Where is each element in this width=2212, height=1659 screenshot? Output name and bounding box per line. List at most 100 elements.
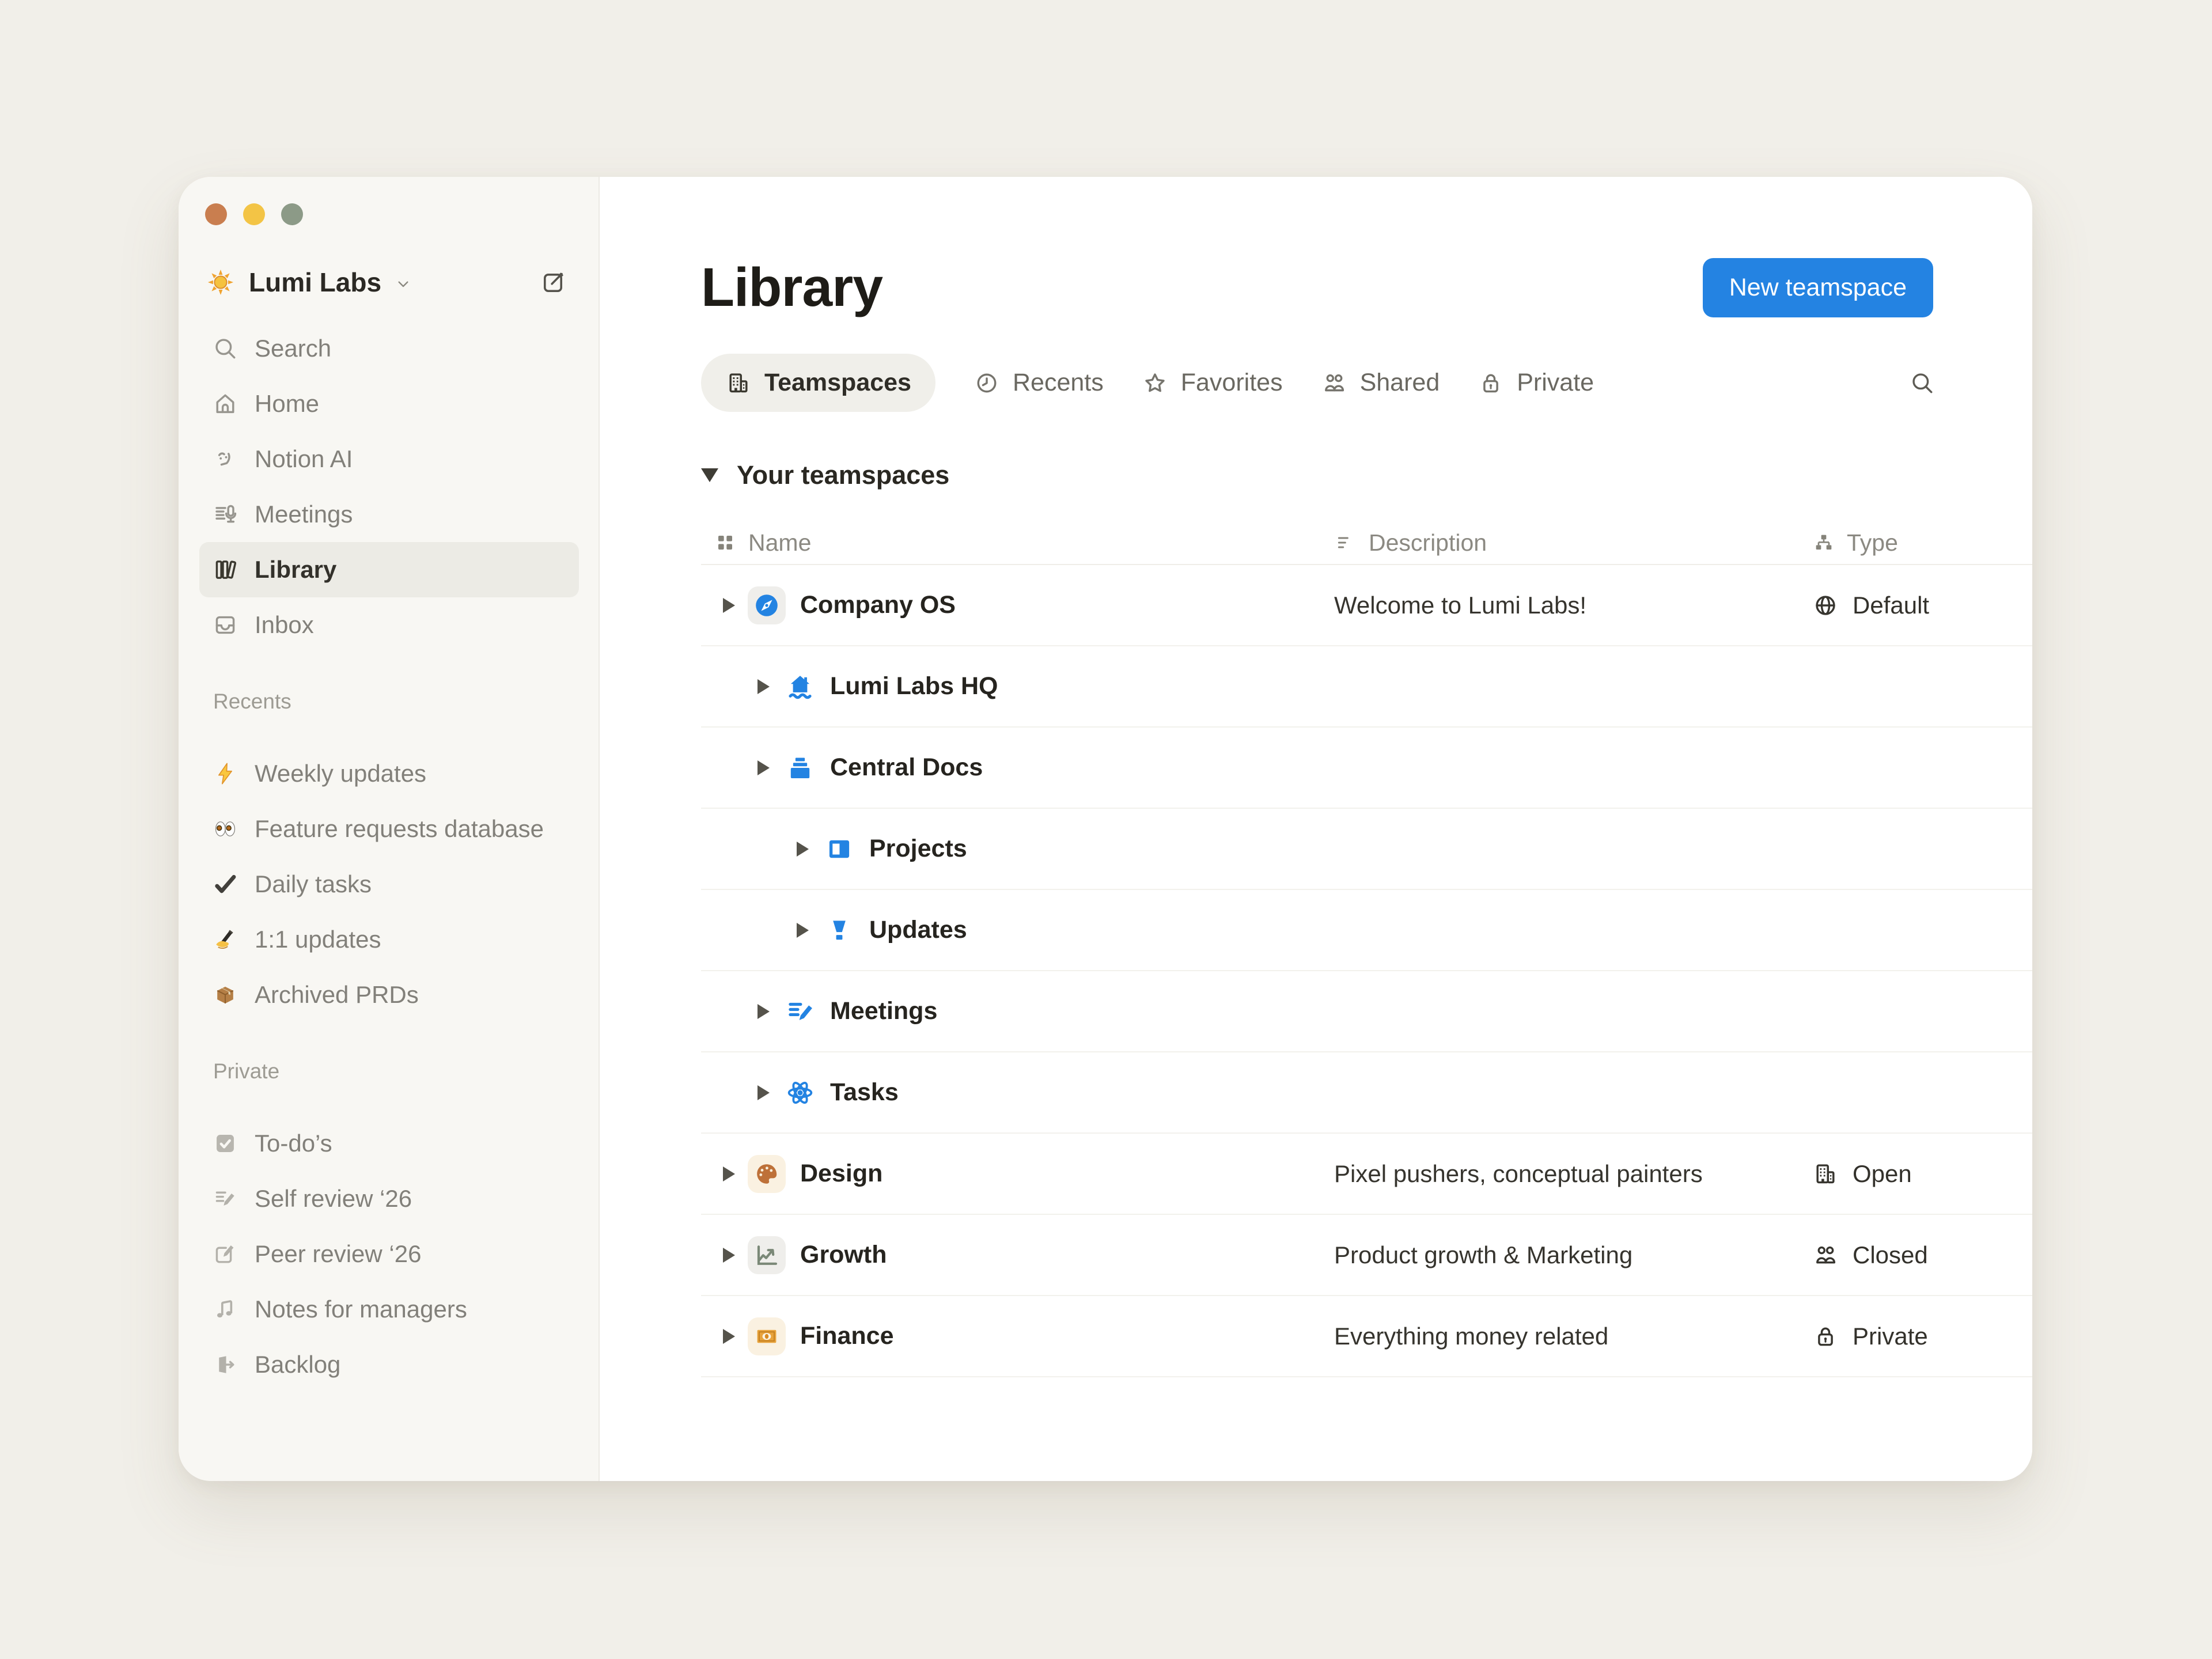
- column-header-name: Name: [748, 529, 812, 556]
- sidebar-nav: Search Home Notion AI Meetings Library I…: [199, 321, 579, 653]
- expand-arrow-icon[interactable]: [723, 1328, 735, 1344]
- recent-item-label: Weekly updates: [255, 760, 427, 787]
- recent-item[interactable]: Feature requests database: [199, 801, 579, 857]
- table-row[interactable]: Tasks: [701, 1052, 2032, 1134]
- search-icon[interactable]: [1909, 370, 1936, 396]
- private-item-label: Backlog: [255, 1351, 341, 1378]
- teamspace-type: Open: [1801, 1160, 2032, 1188]
- workspace-name: Lumi Labs: [249, 267, 382, 297]
- sidebar-nav-item[interactable]: Home: [199, 376, 579, 431]
- compose-icon[interactable]: [540, 268, 567, 296]
- private-item[interactable]: Self review ‘26: [199, 1171, 579, 1226]
- recent-item-label: Feature requests database: [255, 815, 544, 842]
- check-icon: [212, 871, 238, 897]
- expand-arrow-icon[interactable]: [757, 1003, 770, 1019]
- table-row[interactable]: Central Docs: [701, 728, 2032, 809]
- private-item[interactable]: Notes for managers: [199, 1282, 579, 1337]
- teamspace-name: Design: [800, 1160, 883, 1187]
- row-icon-chip: [748, 1236, 786, 1274]
- expand-arrow-icon[interactable]: [797, 922, 809, 938]
- sidebar-nav-item[interactable]: Meetings: [199, 487, 579, 542]
- teamspace-type: Default: [1801, 592, 2032, 619]
- door-arrow-icon: [212, 1351, 238, 1378]
- recent-item[interactable]: 1:1 updates: [199, 912, 579, 967]
- recent-item-label: Archived PRDs: [255, 981, 419, 1008]
- recent-item[interactable]: Weekly updates: [199, 746, 579, 801]
- column-header-description: Description: [1369, 529, 1487, 556]
- table-row[interactable]: Lumi Labs HQ: [701, 646, 2032, 728]
- expand-arrow-icon[interactable]: [757, 760, 770, 775]
- teamspace-type: Closed: [1801, 1241, 2032, 1269]
- tab[interactable]: Favorites: [1142, 354, 1283, 412]
- eyes-icon: [212, 816, 238, 842]
- recents-list: Weekly updates Feature requests database…: [199, 746, 579, 1022]
- sun-icon: [205, 267, 236, 298]
- minimize-window-button[interactable]: [243, 203, 265, 225]
- row-icon-chip: [824, 834, 855, 865]
- teamspace-name: Projects: [869, 835, 967, 862]
- expand-arrow-icon[interactable]: [797, 841, 809, 857]
- teamspace-description: Welcome to Lumi Labs!: [1334, 591, 1587, 619]
- sidebar-nav-item[interactable]: Notion AI: [199, 431, 579, 487]
- tab[interactable]: Shared: [1321, 354, 1440, 412]
- expand-arrow-icon[interactable]: [723, 1166, 735, 1181]
- table-row[interactable]: Growth Product growth & Marketing Closed: [701, 1215, 2032, 1296]
- teamspace-name: Finance: [800, 1322, 894, 1350]
- private-item[interactable]: Peer review ‘26: [199, 1226, 579, 1282]
- private-item[interactable]: To-do’s: [199, 1116, 579, 1171]
- zoom-window-button[interactable]: [281, 203, 303, 225]
- sidebar-nav-item[interactable]: Inbox: [199, 597, 579, 653]
- table-row[interactable]: Updates: [701, 890, 2032, 971]
- private-item-label: To-do’s: [255, 1130, 332, 1157]
- table-row[interactable]: Company OS Welcome to Lumi Labs! Default: [701, 565, 2032, 646]
- list-pencil-icon: [212, 1185, 238, 1212]
- teamspace-type-label: Default: [1853, 591, 1930, 619]
- building-icon: [725, 370, 752, 396]
- sidebar-nav-label: Library: [255, 556, 337, 583]
- teamspace-type-label: Open: [1853, 1160, 1912, 1187]
- text-lines-icon: [1334, 531, 1357, 554]
- expand-arrow-icon[interactable]: [757, 679, 770, 694]
- tab[interactable]: Teamspaces: [701, 354, 935, 412]
- library-books-icon: [212, 556, 238, 583]
- recent-item[interactable]: Archived PRDs: [199, 967, 579, 1022]
- building-icon: [1812, 1161, 1839, 1187]
- table-row[interactable]: Design Pixel pushers, conceptual painter…: [701, 1134, 2032, 1215]
- workspace-switcher[interactable]: Lumi Labs: [199, 267, 579, 298]
- teamspace-type-label: Closed: [1853, 1241, 1928, 1268]
- table-row[interactable]: Finance Everything money related Private: [701, 1296, 2032, 1377]
- private-item-label: Peer review ‘26: [255, 1240, 422, 1267]
- tab[interactable]: Recents: [974, 354, 1104, 412]
- expand-arrow-icon[interactable]: [723, 597, 735, 613]
- tab-list: Teamspaces Recents Favorites Shared Priv…: [701, 354, 1594, 412]
- teamspace-name: Tasks: [830, 1078, 899, 1106]
- expand-arrow-icon[interactable]: [723, 1247, 735, 1263]
- sidebar-nav-item[interactable]: Search: [199, 321, 579, 376]
- close-window-button[interactable]: [205, 203, 227, 225]
- star-icon: [1142, 370, 1168, 396]
- teamspace-name: Meetings: [830, 997, 938, 1025]
- sidebar-nav-label: Meetings: [255, 501, 353, 528]
- tab[interactable]: Private: [1478, 354, 1594, 412]
- table-row[interactable]: Meetings: [701, 971, 2032, 1052]
- compass-icon: [753, 592, 781, 619]
- row-icon-chip: [785, 752, 816, 783]
- recent-item[interactable]: Daily tasks: [199, 857, 579, 912]
- your-teamspaces-toggle[interactable]: Your teamspaces: [701, 460, 2032, 490]
- table-header: Name Description Type: [701, 521, 2032, 565]
- section-title: Your teamspaces: [737, 460, 950, 490]
- lock-icon: [1812, 1323, 1839, 1350]
- sidebar: Lumi Labs Search Home Notion AI Meetings…: [179, 177, 600, 1481]
- private-item[interactable]: Backlog: [199, 1337, 579, 1392]
- package-icon: [212, 982, 238, 1008]
- private-list: To-do’s Self review ‘26 Peer review ‘26 …: [199, 1116, 579, 1392]
- writing-hand-icon: [212, 926, 238, 953]
- teamspace-name: Central Docs: [830, 753, 983, 781]
- sidebar-nav-item[interactable]: Library: [199, 542, 579, 597]
- teamspace-description: Everything money related: [1334, 1322, 1609, 1350]
- expand-arrow-icon[interactable]: [757, 1085, 770, 1100]
- new-teamspace-button[interactable]: New teamspace: [1702, 258, 1933, 317]
- table-row[interactable]: Projects: [701, 809, 2032, 890]
- recent-item-label: 1:1 updates: [255, 926, 381, 953]
- palette-icon: [753, 1160, 781, 1188]
